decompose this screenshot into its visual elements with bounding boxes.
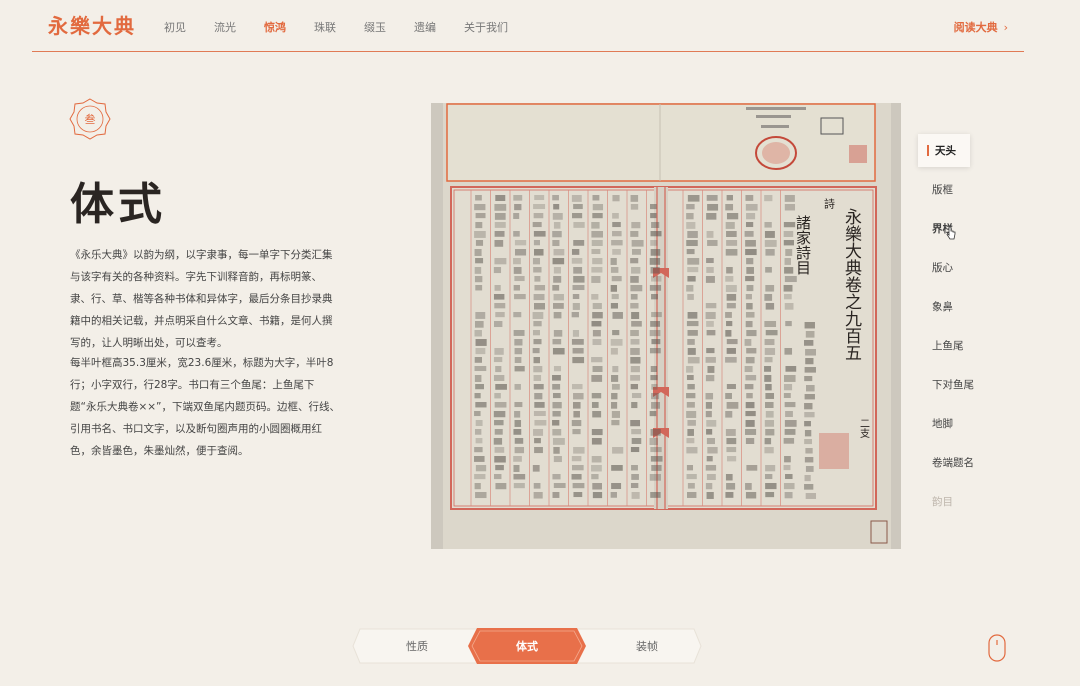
- section-badge: 叁: [68, 97, 112, 141]
- tab-zhuangzhen-label: 装帧: [636, 640, 658, 653]
- book-subtitle-text: 諸家詩目: [794, 215, 812, 275]
- read-link-label: 阅读大典: [953, 21, 998, 34]
- nav-item-liuguang[interactable]: 流光: [214, 19, 236, 35]
- nav-item-yibian[interactable]: 遗编: [414, 19, 436, 35]
- scroll-mouse-icon[interactable]: [988, 634, 1006, 662]
- side-item-yunmu[interactable]: 韵目: [918, 485, 978, 518]
- main-nav: 初见 流光 惊鸿 珠联 缀玉 遗编 关于我们: [164, 19, 536, 35]
- nav-item-zhuiyu[interactable]: 缀玉: [364, 19, 386, 35]
- book-title-text: 永樂大典卷之九百五: [841, 208, 862, 361]
- description-paragraph-2: 每半叶框高35.3厘米，宽23.6厘米，标题为大字，半叶8行；小字双行，行28字…: [70, 357, 340, 457]
- nav-item-about[interactable]: 关于我们: [464, 19, 508, 35]
- nav-item-zhulian[interactable]: 珠联: [314, 19, 336, 35]
- badge-number: 叁: [84, 113, 96, 126]
- side-item-xiangbi[interactable]: 象鼻: [918, 290, 978, 323]
- tab-xingzhi-label: 性质: [406, 640, 428, 653]
- side-item-shangyuwei[interactable]: 上鱼尾: [918, 329, 978, 362]
- read-dadian-link[interactable]: 阅读大典 ›: [954, 19, 1008, 35]
- nav-item-chujian[interactable]: 初见: [164, 19, 186, 35]
- tab-zhuangzhen[interactable]: 装帧: [592, 628, 702, 664]
- side-item-bankuang[interactable]: 版框: [918, 173, 978, 206]
- tab-tishi-label: 体式: [516, 640, 538, 653]
- tab-tishi[interactable]: 体式: [472, 628, 582, 664]
- book-page-image: 永樂大典卷之九百五 諸家詩目 二支 詩: [431, 103, 901, 549]
- section-title: 体式: [70, 179, 166, 230]
- side-item-juanduantiming[interactable]: 卷端题名: [918, 446, 978, 479]
- mouse-cursor-icon: [946, 226, 956, 240]
- book-page-number: 二支: [858, 418, 870, 439]
- tab-xingzhi[interactable]: 性质: [362, 628, 472, 664]
- book-side-label: 詩: [823, 198, 836, 210]
- side-item-xiaduiyuwei[interactable]: 下对鱼尾: [918, 368, 978, 401]
- top-header: 永樂大典 初见 流光 惊鸿 珠联 缀玉 遗编 关于我们 阅读大典 ›: [32, 0, 1024, 52]
- section-tabs: 性质 体式 装帧: [352, 628, 702, 664]
- description-paragraph-1: 《永乐大典》以韵为纲，以字隶事，每一单字下分类汇集与该字有关的各种资料。字先下训…: [70, 249, 333, 349]
- side-item-tiantou[interactable]: 天头: [918, 134, 970, 167]
- site-logo[interactable]: 永樂大典: [48, 10, 136, 39]
- book-page-illustration: 永樂大典卷之九百五 諸家詩目 二支 詩: [431, 103, 901, 549]
- chevron-right-icon: ›: [1003, 21, 1008, 34]
- side-item-banxin[interactable]: 版心: [918, 251, 978, 284]
- side-item-dijiao[interactable]: 地脚: [918, 407, 978, 440]
- anatomy-side-nav: 天头 版框 界栏 版心 象鼻 上鱼尾 下对鱼尾 地脚 卷端题名 韵目: [918, 134, 978, 524]
- nav-item-jinghong[interactable]: 惊鸿: [264, 19, 286, 35]
